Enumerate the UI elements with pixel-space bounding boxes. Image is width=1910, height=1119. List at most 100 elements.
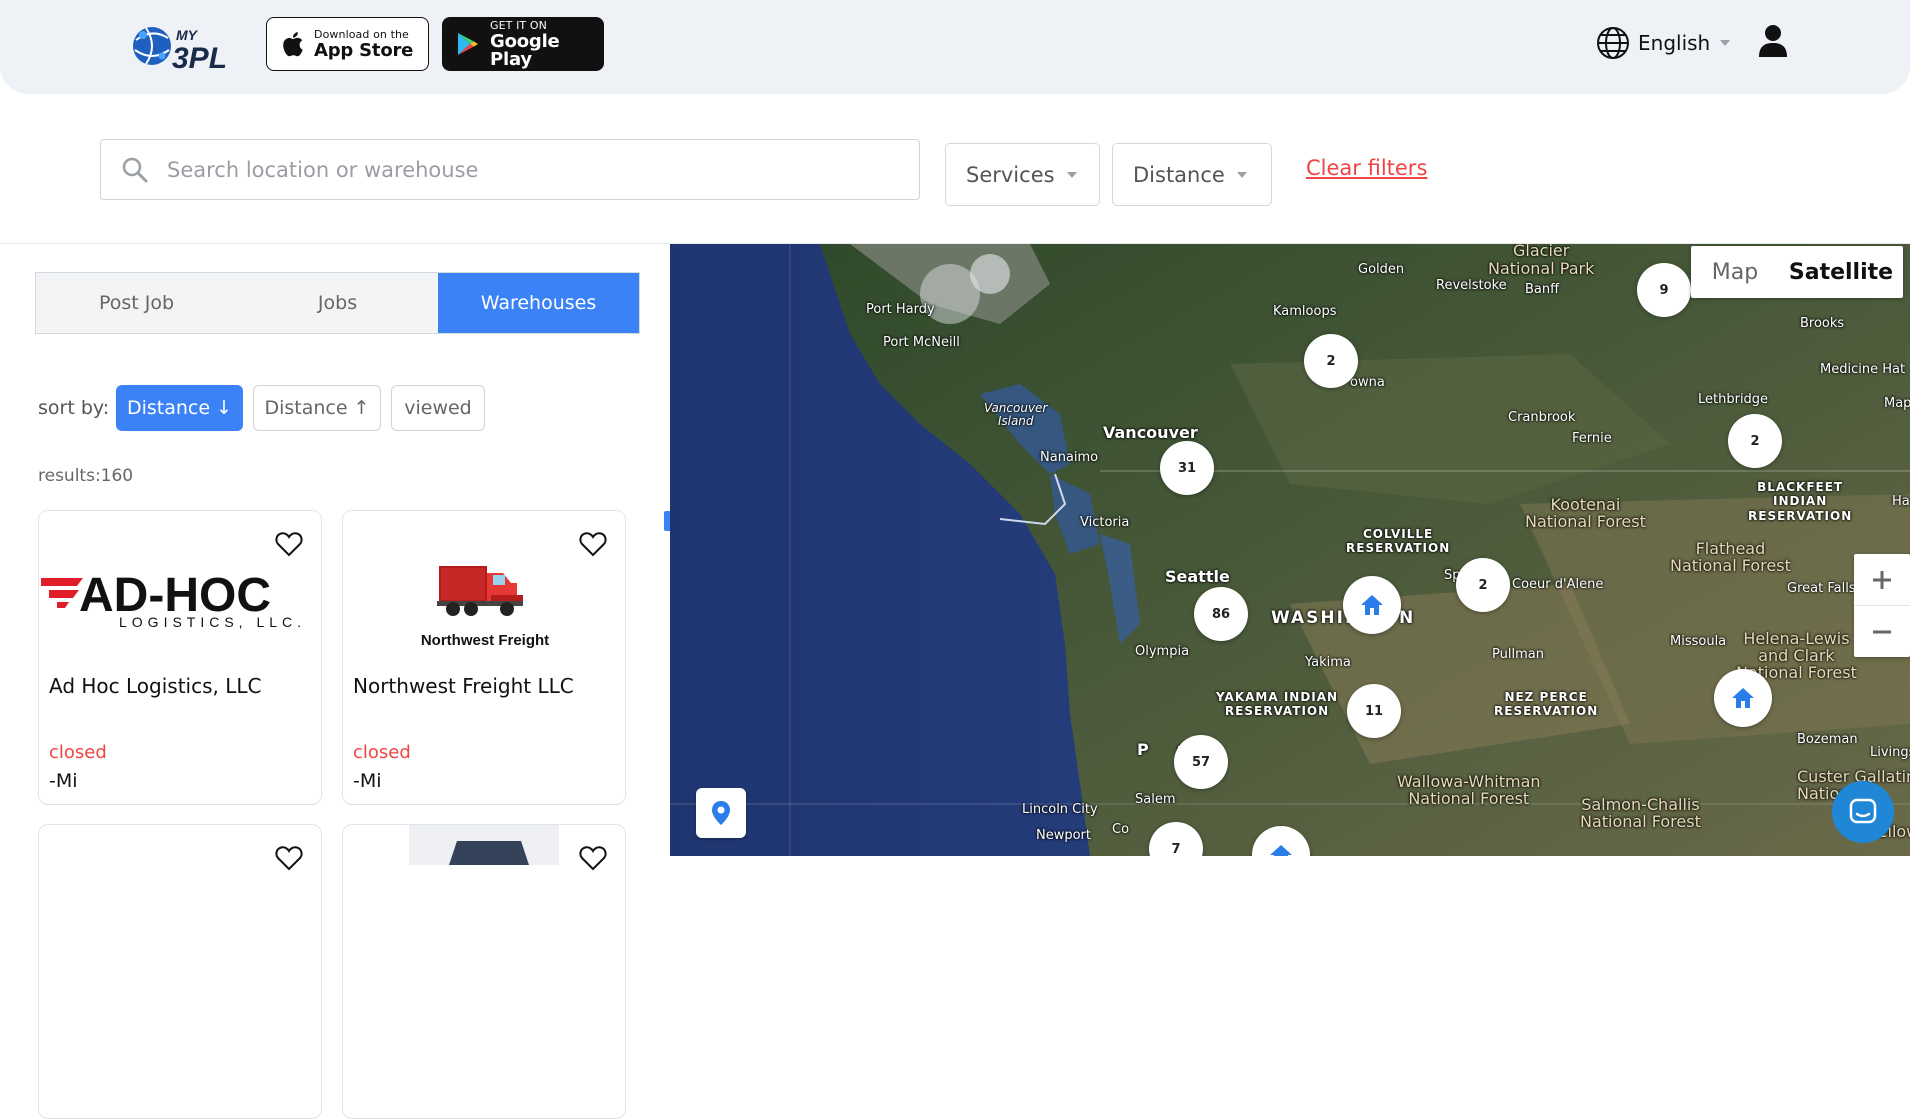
map-cluster-marker[interactable]: 2 (1728, 414, 1782, 468)
warehouse-card[interactable] (38, 824, 322, 1119)
place-vancouver-island: Vancouver Island (984, 401, 1048, 428)
my3pl-logo[interactable]: MY 3PL (132, 20, 248, 72)
map-type-map-button[interactable]: Map (1691, 246, 1779, 298)
place-fernie: Fernie (1572, 431, 1612, 446)
chevron-down-icon (1066, 171, 1077, 178)
place-lincoln-city: Lincoln City (1022, 802, 1098, 817)
sort-label: sort by: (38, 397, 110, 419)
place-vancouver: Vancouver (1103, 423, 1198, 442)
place-banff: Banff (1525, 282, 1560, 297)
language-label: English (1638, 31, 1711, 55)
place-revelstoke: Revelstoke (1436, 278, 1507, 293)
minus-icon (1873, 630, 1891, 633)
location-pin-icon (712, 801, 730, 825)
services-dropdown[interactable]: Services (945, 143, 1100, 206)
place-salmon-challis: Salmon-Challis National Forest (1580, 795, 1701, 831)
map-cluster-marker[interactable]: 57 (1174, 735, 1228, 789)
place-map-edge: Map (1884, 396, 1910, 411)
place-nez-perce: NEZ PERCE RESERVATION (1494, 690, 1599, 719)
my-location-button[interactable] (696, 788, 746, 838)
place-newport: Newport (1036, 828, 1092, 843)
map-cluster-marker[interactable]: 86 (1194, 587, 1248, 641)
warehouse-card[interactable] (342, 824, 626, 1119)
view-tabs: Post Job Jobs Warehouses (35, 272, 640, 334)
zoom-controls (1854, 554, 1910, 657)
home-icon (1270, 845, 1292, 856)
place-seattle: Seattle (1165, 567, 1230, 586)
sort-distance-asc-button[interactable]: Distance ↑ (253, 385, 381, 431)
heart-icon[interactable] (579, 531, 607, 557)
user-icon[interactable] (1758, 24, 1788, 58)
place-livingston: Livings (1870, 745, 1910, 760)
map-cluster-marker[interactable]: 2 (1304, 334, 1358, 388)
zoom-out-button[interactable] (1854, 606, 1910, 657)
home-icon (1732, 688, 1754, 708)
map-cluster-marker[interactable]: 2 (1456, 558, 1510, 612)
chat-support-button[interactable] (1832, 781, 1894, 843)
tab-jobs[interactable]: Jobs (237, 273, 438, 333)
map-cluster-marker[interactable]: 9 (1637, 263, 1691, 317)
home-icon (1361, 595, 1383, 615)
chat-icon (1849, 798, 1877, 824)
google-play-icon (455, 29, 481, 59)
heart-icon[interactable] (275, 531, 303, 557)
sort-distance-desc-button[interactable]: Distance ↓ (116, 385, 243, 431)
ad-hoc-logo: AD-HOC LOGISTICS, LLC. (39, 541, 321, 661)
place-yakama-reservation: YAKAMA INDIAN RESERVATION (1216, 690, 1339, 719)
warehouse-map-marker[interactable] (1343, 576, 1401, 634)
place-victoria: Victoria (1080, 515, 1130, 530)
place-cranbrook: Cranbrook (1508, 410, 1576, 425)
place-corvallis: Co (1112, 822, 1130, 837)
zoom-in-button[interactable] (1854, 554, 1910, 605)
search-icon (122, 157, 148, 182)
place-nanaimo: Nanaimo (1040, 450, 1099, 465)
language-selector[interactable]: English (1596, 26, 1731, 60)
clear-filters-link[interactable]: Clear filters (1306, 156, 1427, 180)
place-missoula: Missoula (1670, 634, 1727, 649)
map-cluster-marker[interactable]: 11 (1347, 684, 1401, 738)
services-dropdown-label: Services (966, 162, 1055, 187)
map-cluster-marker[interactable]: 31 (1160, 441, 1214, 495)
place-coeur-dalene: Coeur d'Alene (1512, 577, 1604, 592)
heart-icon[interactable] (579, 845, 607, 871)
map-view[interactable]: Port Hardy Port McNeill Vancouver Island… (670, 244, 1910, 856)
place-medicine-hat: Medicine Hat (1820, 362, 1906, 377)
place-colville: COLVILLE RESERVATION (1346, 527, 1451, 556)
google-play-button[interactable]: GET IT ON Google Play (442, 17, 604, 71)
card-distance: -Mi (49, 770, 78, 792)
card-status: closed (49, 742, 107, 763)
heart-icon[interactable] (275, 845, 303, 871)
card-name: Northwest Freight LLC (353, 674, 574, 698)
app-store-big-text: App Store (314, 39, 414, 61)
plus-icon (1873, 570, 1891, 589)
google-play-small-text: GET IT ON (490, 18, 547, 32)
place-olympia: Olympia (1135, 644, 1190, 659)
card-distance: -Mi (353, 770, 382, 792)
sort-viewed-button[interactable]: viewed (391, 385, 485, 431)
distance-dropdown-label: Distance (1133, 162, 1225, 187)
place-pullman: Pullman (1492, 647, 1544, 662)
tab-post-job[interactable]: Post Job (36, 273, 237, 333)
search-input[interactable] (167, 157, 867, 182)
card-name: Ad Hoc Logistics, LLC (49, 674, 262, 698)
place-glacier: Glacier National Park (1488, 244, 1595, 278)
map-type-satellite-button[interactable]: Satellite (1779, 246, 1903, 298)
warehouse-map-marker[interactable] (1714, 669, 1772, 727)
search-field[interactable] (100, 139, 920, 200)
card-status: closed (353, 742, 411, 763)
warehouse-card[interactable]: Northwest Freight Northwest Freight LLC … (342, 510, 626, 805)
app-store-small-text: Download on the (314, 27, 409, 41)
apple-icon (279, 29, 305, 59)
place-ha: Ha (1892, 494, 1910, 509)
warehouse-card[interactable]: AD-HOC LOGISTICS, LLC. Ad Hoc Logistics,… (38, 510, 322, 805)
northwest-freight-logo: Northwest Freight (343, 541, 625, 661)
tab-warehouses[interactable]: Warehouses (438, 273, 639, 333)
place-brooks: Brooks (1800, 316, 1845, 331)
distance-dropdown[interactable]: Distance (1112, 143, 1272, 206)
svg-text:MY: MY (176, 27, 199, 43)
place-wallowa: Wallowa-Whitman National Forest (1397, 772, 1541, 808)
ad-hoc-logo-subtext: LOGISTICS, LLC. (119, 614, 306, 630)
app-store-button[interactable]: Download on the App Store (266, 17, 429, 71)
svg-text:3PL: 3PL (172, 42, 227, 72)
place-great-falls: Great Falls (1787, 581, 1856, 596)
